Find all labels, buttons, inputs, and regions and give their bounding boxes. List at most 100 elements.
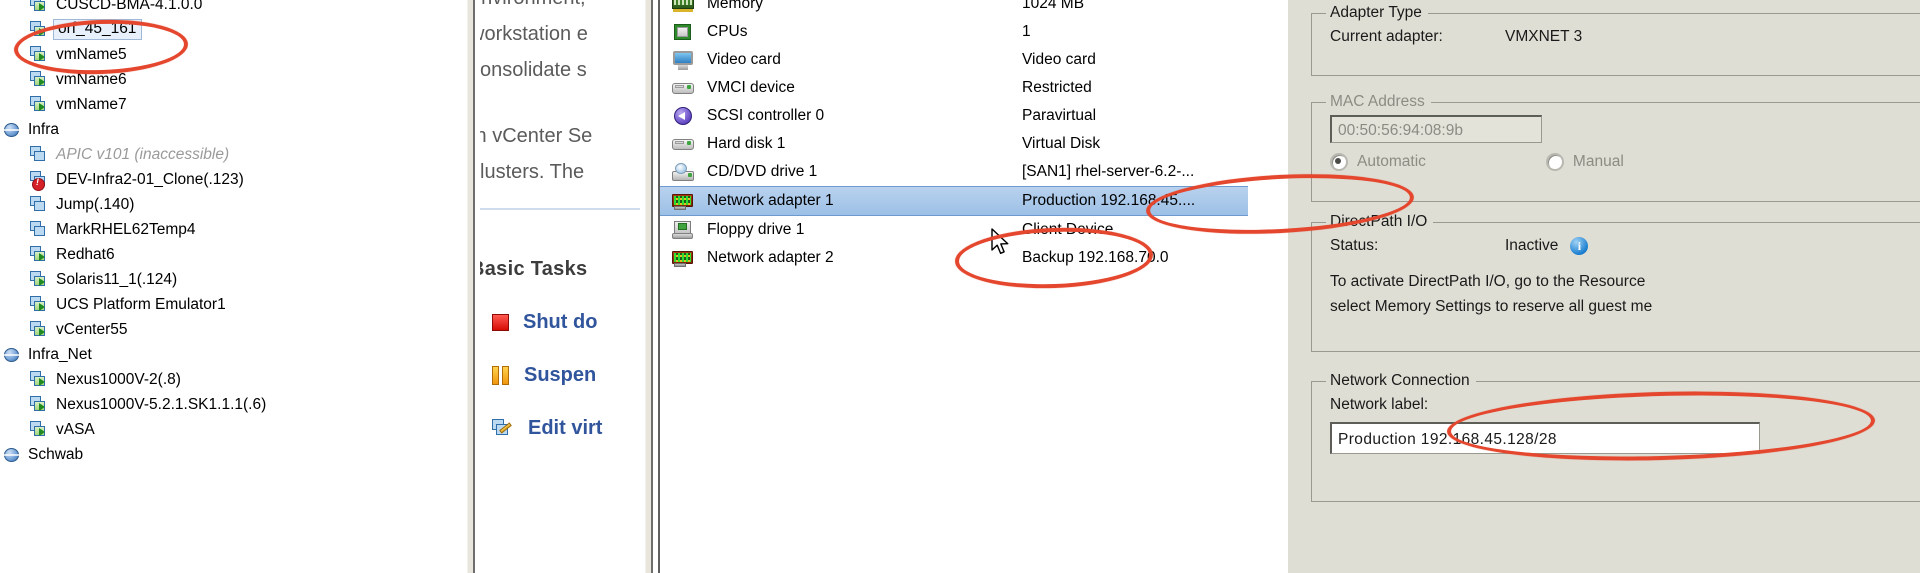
tree-item[interactable]: Redhat6 [0,242,462,267]
tree-item[interactable]: orf_45_161 [0,17,462,42]
network-label-select[interactable]: Production 192.168.45.128/28 [1330,422,1760,454]
hardware-row-value: Paravirtual [1022,107,1097,124]
tree-item[interactable]: vmName6 [0,67,462,92]
hardware-row-name: CPUs [707,23,748,40]
tree-item-label: Infra_Net [28,345,92,363]
stop-square-icon [492,314,509,331]
network-connection-legend: Network Connection [1330,372,1470,389]
tree-item[interactable]: UCS Platform Emulator1 [0,292,462,317]
adapter-type-legend: Adapter Type [1330,4,1422,21]
mac-manual-radio[interactable]: Manual [1545,153,1624,171]
summary-paragraph1-line2: workstation e [480,23,588,45]
adapter-type-group: Adapter Type Current adapter: VMXNET 3 [1311,4,1920,76]
tree-item[interactable]: Nexus1000V-5.2.1.SK1.1.1(.6) [0,392,462,417]
current-adapter-row: Current adapter: VMXNET 3 [1312,22,1920,46]
hardware-row-value: Client Device [1022,221,1114,238]
hardware-row[interactable]: CD/DVD drive 1 [SAN1] rhel-server-6.2-... [660,158,1248,186]
hardware-row[interactable]: Video card Video card [660,46,1248,74]
tree-item[interactable]: Infra [0,117,462,142]
hardware-device-list[interactable]: Memory 1024 MB CPUs 1 Video card Video card VM… [660,0,1248,272]
tree-item[interactable]: Jump(.140) [0,192,462,217]
network-connection-group: Network Connection Network label: Produc… [1311,372,1920,502]
info-icon[interactable]: i [1570,237,1589,255]
hardware-row-name: Video card [707,51,781,68]
directpath-legend: DirectPath I/O [1330,213,1428,230]
scsi-controller-icon [672,106,694,126]
tree-item[interactable]: APIC v101 (inaccessible) [0,142,462,167]
hardware-row-name: SCSI controller 0 [707,107,825,124]
vm-powered-off-icon [30,221,49,238]
hardware-row-value: Backup 192.168.70.0 [1022,249,1169,266]
inventory-tree-pane[interactable]: CUSCD-BMA-4.1.0.0 orf_45_161 vmName5 vmName… [0,0,462,573]
summary-text-pane: environment, workstation e consolidate s… [480,0,640,573]
inventory-tree-list[interactable]: CUSCD-BMA-4.1.0.0 orf_45_161 vmName5 vmName… [0,0,462,467]
adapter-properties-pane[interactable]: Adapter Type Current adapter: VMXNET 3 M… [1248,0,1920,573]
hardware-row[interactable]: SCSI controller 0 Paravirtual [660,102,1248,130]
radio-bullet-icon [1545,153,1564,171]
tree-item-label: Redhat6 [56,245,115,263]
radio-bullet-icon [1330,153,1348,171]
mac-automatic-radio[interactable]: Automatic [1330,153,1426,171]
tree-item[interactable]: vCenter55 [0,317,462,342]
tree-item-label: Jump(.140) [56,195,135,213]
hardware-table-pane[interactable]: Memory 1024 MB CPUs 1 Video card Video card VM… [658,0,1248,573]
mac-address-group: MAC Address 00:50:56:94:08:9b Automatic … [1311,93,1920,202]
summary-divider [480,208,640,210]
hardware-row-value: Production 192.168.45.... [1022,192,1196,209]
tree-item[interactable]: Infra_Net [0,342,462,367]
hardware-row-value: Video card [1022,51,1096,68]
tree-item[interactable]: Nexus1000V-2(.8) [0,367,462,392]
hardware-row[interactable]: CPUs 1 [660,18,1248,46]
hardware-row-value: Virtual Disk [1022,135,1101,152]
cd-dvd-icon [672,162,694,182]
task-shut-down-label: Shut do [523,311,598,333]
network-adapter-icon [672,249,694,268]
mac-address-legend: MAC Address [1330,93,1425,110]
tree-item-label: Schwab [28,445,84,463]
vm-powered-off-icon [30,196,49,213]
summary-paragraph2-line1: In vCenter Se [480,125,593,147]
hard-disk-icon [672,135,694,154]
tree-item[interactable]: DEV-Infra2-01_Clone(.123) [0,167,462,192]
hardware-row[interactable]: Hard disk 1 Virtual Disk [660,130,1248,158]
tree-item[interactable]: vmName5 [0,42,462,67]
vm-powered-on-icon [30,96,49,113]
tree-item-label: Solaris11_1(.124) [56,270,178,288]
pane-splitter-2[interactable] [640,0,658,573]
vm-powered-on-icon [30,371,49,388]
memory-icon [672,0,694,14]
pane-splitter-1[interactable] [462,0,480,573]
tree-item[interactable]: MarkRHEL62Temp4 [0,217,462,242]
vm-powered-on-icon [30,296,49,313]
tree-item[interactable]: CUSCD-BMA-4.1.0.0 [0,0,462,17]
mac-mode-radio-group[interactable]: Automatic Manual [1312,143,1920,171]
tree-item-label: Nexus1000V-2(.8) [56,370,181,388]
task-suspend[interactable]: Suspen [480,364,640,387]
tree-item[interactable]: vASA [0,417,462,442]
hardware-row[interactable]: Network adapter 1 Production 192.168.45..… [660,186,1248,216]
directpath-io-group: DirectPath I/O Status: Inactive i To act… [1311,213,1920,352]
hardware-row[interactable]: Floppy drive 1 Client Device [660,216,1248,244]
tree-item[interactable]: vmName7 [0,92,462,117]
tree-item[interactable]: Schwab [0,442,462,467]
datacenter-icon [4,347,21,363]
network-adapter-icon [672,192,694,211]
hardware-row-name: Network adapter 2 [707,249,834,266]
hardware-row[interactable]: Memory 1024 MB [660,0,1248,18]
hardware-row-name: Floppy drive 1 [707,221,805,238]
task-edit-virtual-machine[interactable]: Edit virt [480,417,640,440]
hardware-row[interactable]: VMCI device Restricted [660,74,1248,102]
directpath-help-line2: select Memory Settings to reserve all gu… [1330,298,1653,315]
vm-powered-on-icon [30,246,49,263]
task-shut-down[interactable]: Shut do [480,311,640,334]
datacenter-icon [4,122,21,138]
hardware-row-name: Memory [707,0,763,12]
tree-item[interactable]: Solaris11_1(.124) [0,267,462,292]
hardware-row[interactable]: Network adapter 2 Backup 192.168.70.0 [660,244,1248,272]
tree-item-label: Infra [28,120,60,138]
network-label-caption-wrap: Network label: [1312,390,1920,414]
summary-paragraph1-line3: consolidate s [480,59,587,81]
tree-item-label: UCS Platform Emulator1 [56,295,226,313]
mac-address-field[interactable]: 00:50:56:94:08:9b [1330,115,1542,143]
summary-paragraph1-line1: environment, [480,0,640,16]
